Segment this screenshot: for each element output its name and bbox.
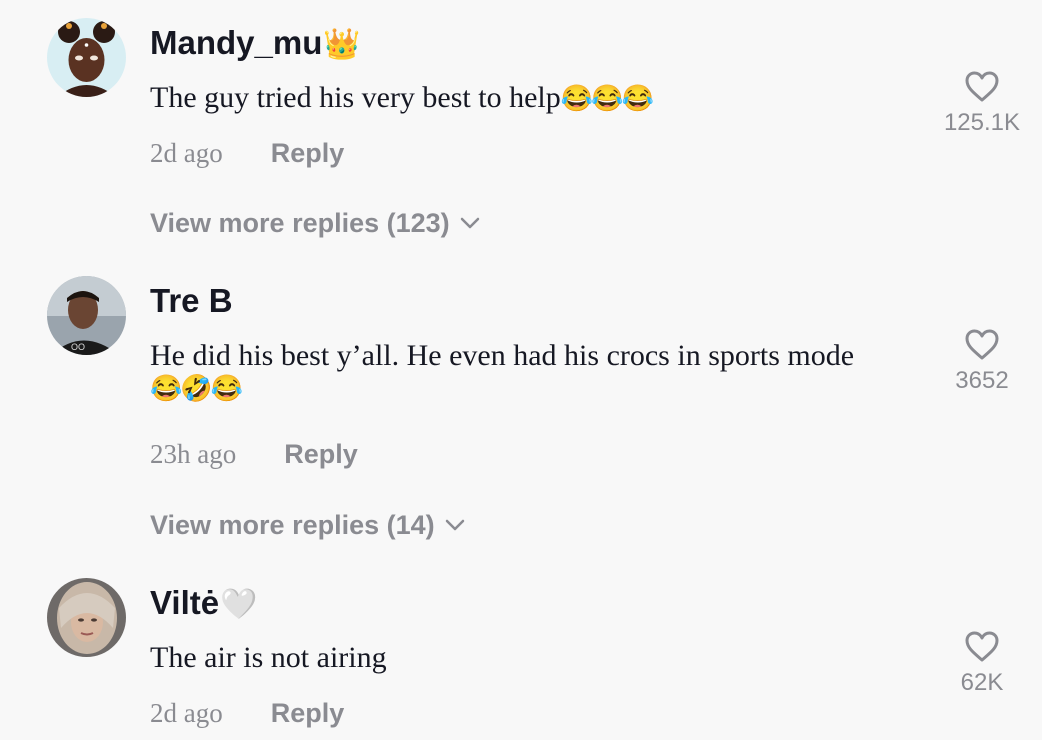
like-count: 3652 bbox=[955, 367, 1009, 394]
like-button[interactable]: 3652 bbox=[922, 328, 1042, 395]
white-heart-icon: 🤍 bbox=[220, 588, 258, 621]
heart-outline-icon bbox=[965, 631, 999, 662]
comment-meta: 2d ago Reply bbox=[150, 140, 344, 167]
laughing-emoji-icon: 😂😂😂 bbox=[560, 84, 654, 113]
comment-meta: 23h ago Reply bbox=[150, 441, 358, 468]
view-more-label: View more replies (123) bbox=[150, 208, 450, 238]
comment-timestamp: 2d ago bbox=[150, 138, 223, 168]
reply-button[interactable]: Reply bbox=[271, 140, 345, 167]
username-text: Tre B bbox=[150, 282, 233, 319]
avatar[interactable] bbox=[47, 18, 126, 97]
like-button[interactable]: 62K bbox=[922, 630, 1042, 697]
comment-text: He did his best y’all. He even had his c… bbox=[150, 340, 920, 405]
like-button[interactable]: 125.1K bbox=[922, 70, 1042, 137]
avatar[interactable] bbox=[47, 578, 126, 657]
reply-button[interactable]: Reply bbox=[284, 441, 358, 468]
comment-timestamp: 23h ago bbox=[150, 439, 237, 469]
like-count: 62K bbox=[960, 669, 1004, 696]
comment-username[interactable]: Tre B bbox=[150, 284, 234, 318]
comment-text: The air is not airing bbox=[150, 642, 920, 674]
comment-text-body: He did his best y’all. He even had his c… bbox=[150, 339, 855, 372]
comment-text: The guy tried his very best to help😂😂😂 bbox=[150, 82, 920, 115]
reply-button[interactable]: Reply bbox=[271, 700, 345, 727]
view-more-replies-button[interactable]: View more replies (14) bbox=[150, 512, 465, 539]
chevron-down-icon bbox=[460, 217, 479, 229]
comment-text-body: The air is not airing bbox=[150, 641, 387, 674]
comment-username[interactable]: Viltė🤍 bbox=[150, 586, 257, 620]
comment-text-body: The guy tried his very best to help bbox=[150, 81, 561, 114]
username-text: Viltė bbox=[150, 584, 220, 621]
heart-outline-icon bbox=[965, 71, 999, 102]
view-more-replies-button[interactable]: View more replies (123) bbox=[150, 210, 480, 237]
crown-icon: 👑 bbox=[323, 28, 361, 61]
avatar[interactable]: OO bbox=[47, 276, 126, 355]
username-text: Mandy_mu bbox=[150, 24, 323, 61]
chevron-down-icon bbox=[445, 519, 464, 531]
heart-outline-icon bbox=[965, 329, 999, 360]
svg-text:OO: OO bbox=[71, 342, 85, 352]
comment-meta: 2d ago Reply bbox=[150, 700, 344, 727]
like-count: 125.1K bbox=[943, 109, 1021, 136]
comment-timestamp: 2d ago bbox=[150, 698, 223, 728]
view-more-label: View more replies (14) bbox=[150, 510, 435, 540]
comment-username[interactable]: Mandy_mu👑 bbox=[150, 26, 361, 60]
laughing-emoji-icon: 😂🤣😂 bbox=[150, 374, 243, 403]
